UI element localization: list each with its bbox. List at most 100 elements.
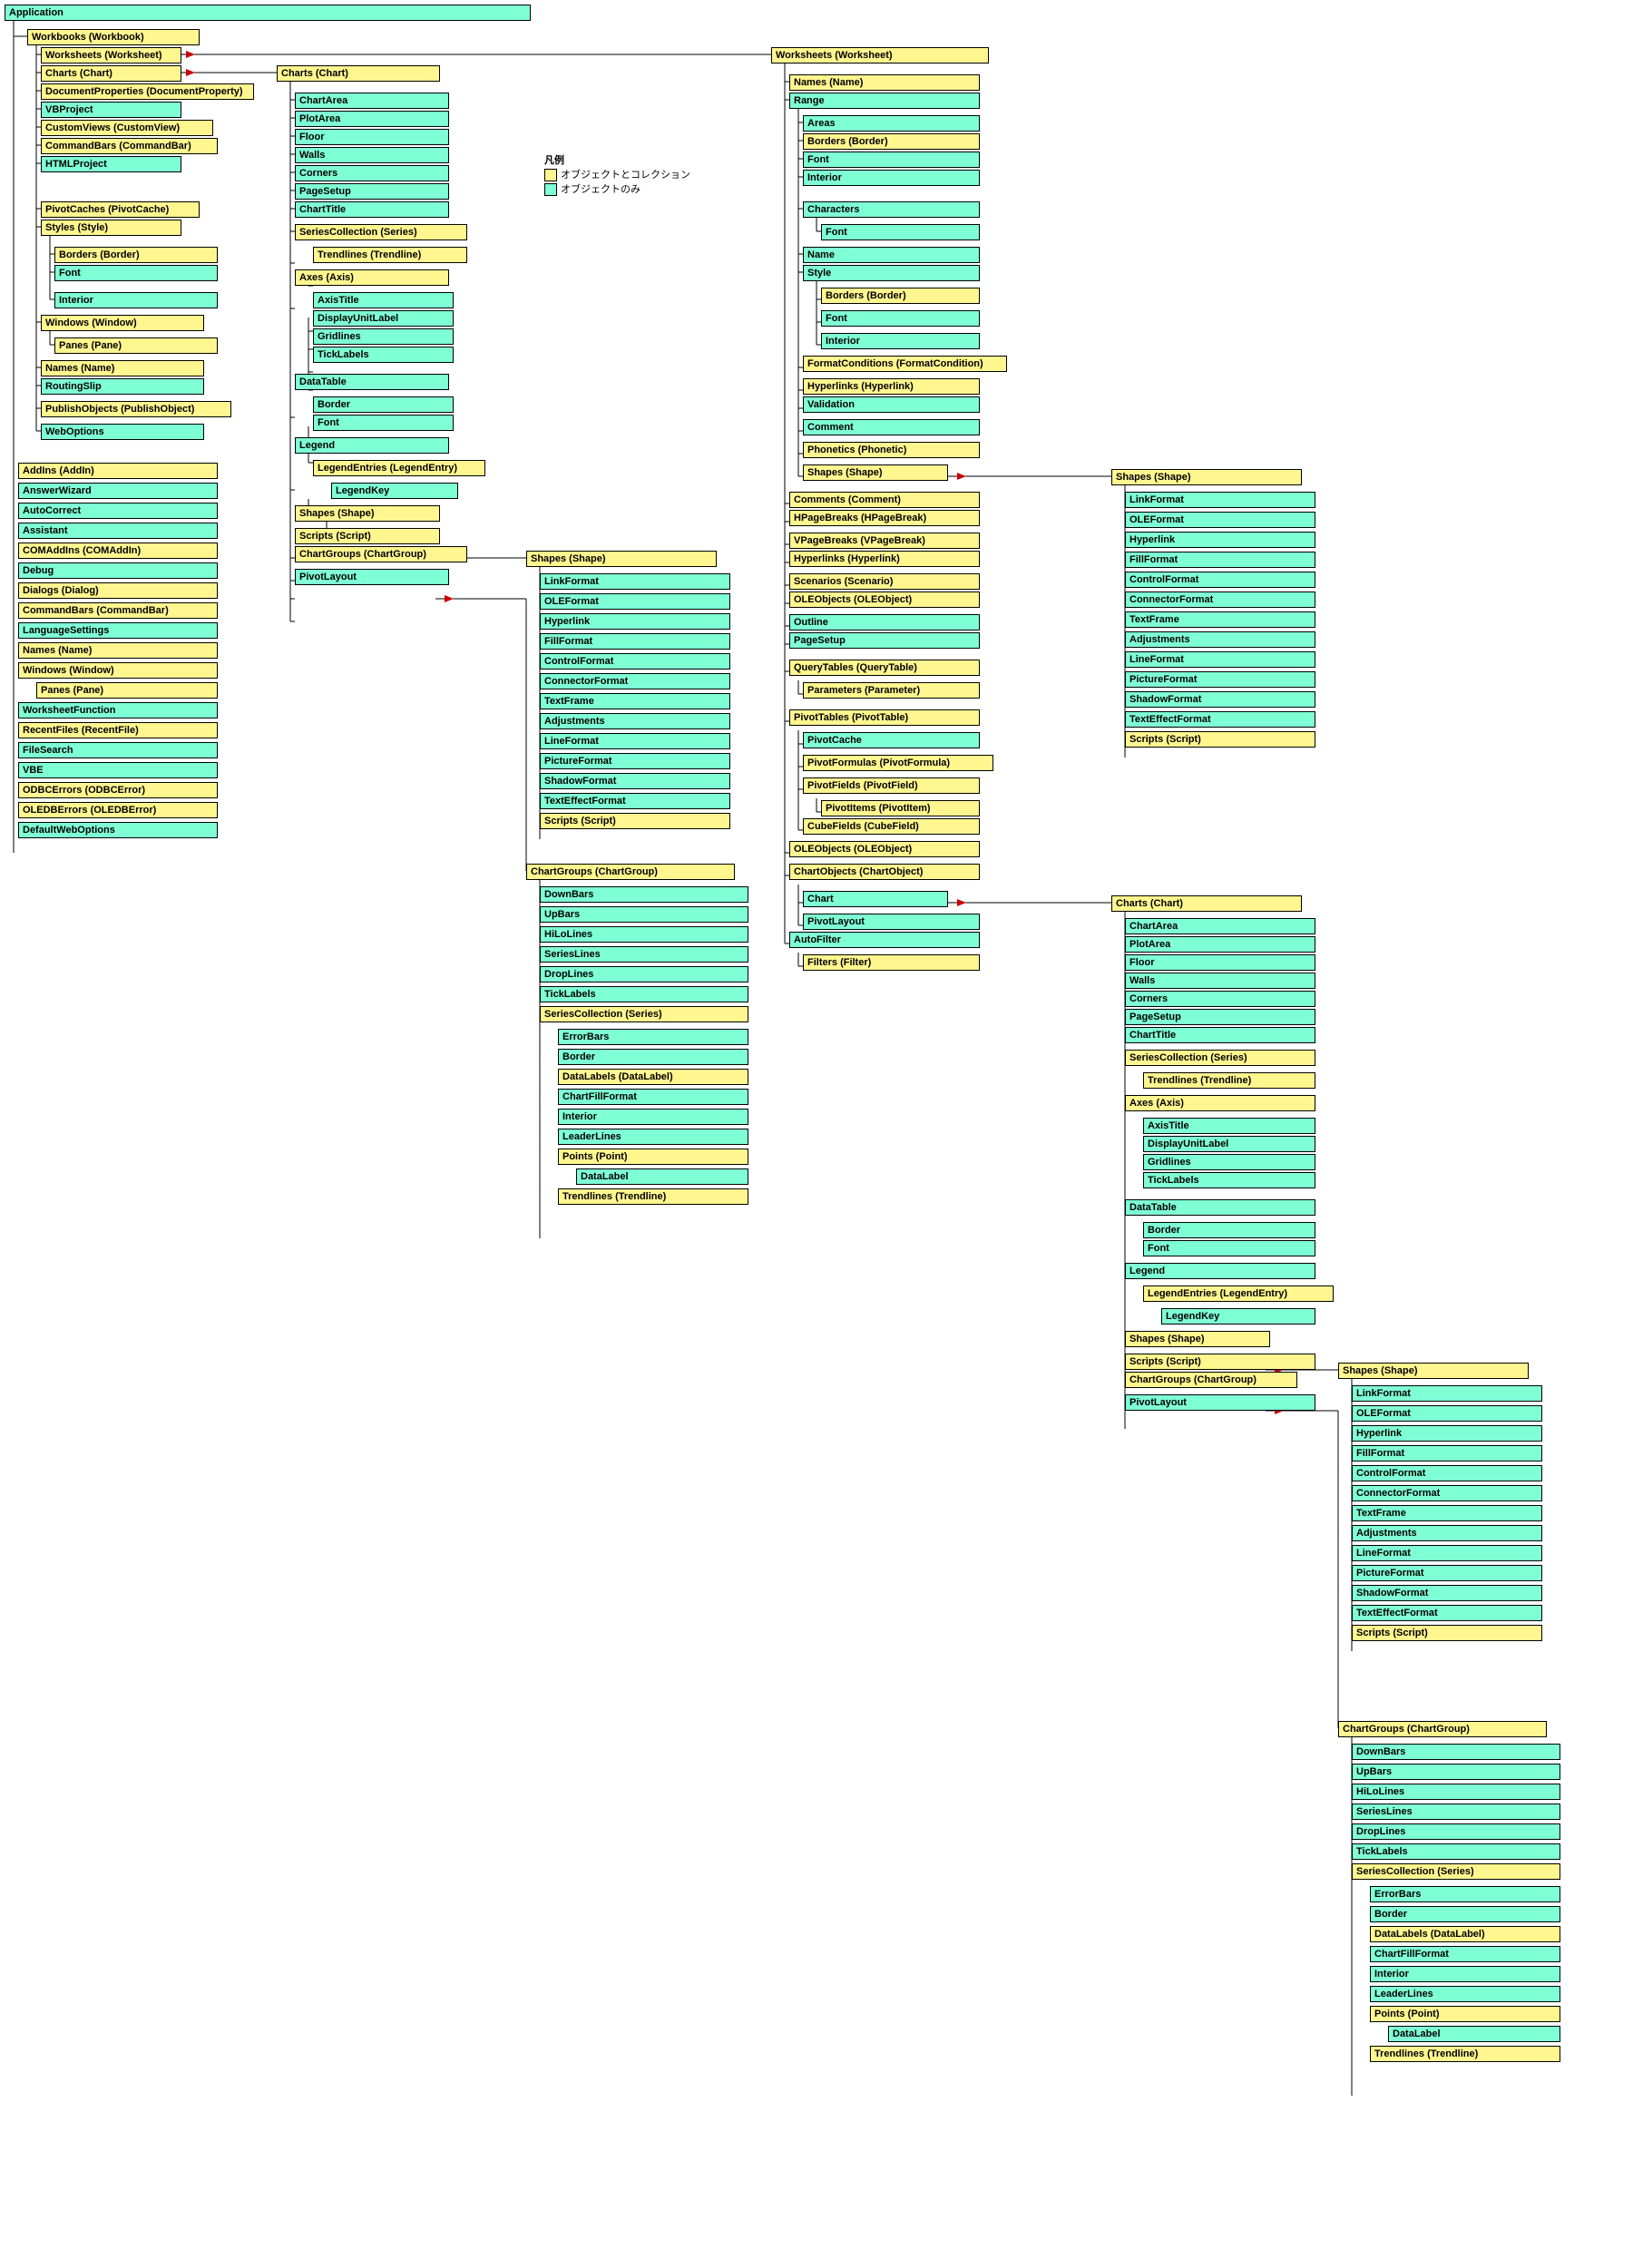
- node-chart-pa: PlotArea: [295, 111, 449, 127]
- node-shape2-hl: Hyperlink: [1125, 532, 1315, 548]
- legend-object: オブジェクトのみ: [561, 184, 640, 195]
- node-ws-af: AutoFilter: [789, 932, 980, 948]
- node-worksheets: Worksheets (Worksheet): [41, 47, 181, 64]
- node-shape2-lnf: LineFormat: [1125, 651, 1315, 668]
- node-cg-in: Interior: [558, 1109, 748, 1125]
- node-borders: Borders (Border): [54, 247, 218, 263]
- node-chart2-lk: LegendKey: [1161, 1308, 1315, 1325]
- node-ws-oo: OLEObjects (OLEObject): [789, 591, 980, 608]
- node-ws-sc: Scenarios (Scenario): [789, 573, 980, 590]
- node-app-ca: COMAddIns (COMAddIn): [18, 543, 218, 559]
- node-cg2-ll: LeaderLines: [1370, 1986, 1560, 2002]
- node-chart-lg: Legend: [295, 437, 449, 454]
- node-charts-root: Charts (Chart): [277, 65, 440, 82]
- node-app-dwo: DefaultWebOptions: [18, 822, 218, 838]
- node-ws-nm: Names (Name): [789, 74, 980, 91]
- node-cg-tr: Trendlines (Trendline): [558, 1188, 748, 1205]
- node-windows: Windows (Window): [41, 315, 204, 331]
- node-cg-ll: LeaderLines: [558, 1129, 748, 1145]
- node-chart2-fl: Floor: [1125, 954, 1315, 971]
- node-chart2-sc: SeriesCollection (Series): [1125, 1050, 1315, 1066]
- node-chart-le: LegendEntries (LegendEntry): [313, 460, 485, 476]
- node-font: Font: [54, 265, 218, 281]
- node-cg-ub: UpBars: [540, 906, 748, 923]
- node-shape-adj: Adjustments: [540, 713, 730, 729]
- node-shapes3-root: Shapes (Shape): [1338, 1363, 1529, 1379]
- node-chart2-root: Charts (Chart): [1111, 895, 1302, 912]
- legend-collection: オブジェクトとコレクション: [561, 170, 690, 181]
- node-shape3-pf: PictureFormat: [1352, 1565, 1542, 1581]
- node-shape3-of: OLEFormat: [1352, 1405, 1542, 1422]
- node-cg-bd: Border: [558, 1049, 748, 1065]
- node-vbproject: VBProject: [41, 102, 181, 118]
- node-cg-db: DownBars: [540, 886, 748, 903]
- node-shape3-adj: Adjustments: [1352, 1525, 1542, 1541]
- node-chart2-fn: Font: [1143, 1240, 1315, 1256]
- node-workbooks: Workbooks (Workbook): [27, 29, 200, 45]
- node-app-ai: AddIns (AddIn): [18, 463, 218, 479]
- node-chart-ca: ChartArea: [295, 93, 449, 109]
- node-chart-lk: LegendKey: [331, 483, 458, 499]
- node-shape3-sf: ShadowFormat: [1352, 1585, 1542, 1601]
- node-ws-ol: Outline: [789, 614, 980, 631]
- node-application: Application: [5, 5, 531, 21]
- node-shape-pf: PictureFormat: [540, 753, 730, 769]
- node-chart-fn: Font: [313, 415, 454, 431]
- node-shape3-lnf: LineFormat: [1352, 1545, 1542, 1561]
- node-shape2-ff: FillFormat: [1125, 552, 1315, 568]
- node-cg2-dl: DropLines: [1352, 1823, 1560, 1840]
- node-chart2-at: AxisTitle: [1143, 1118, 1315, 1134]
- node-shape-lf: LinkFormat: [540, 573, 730, 590]
- node-chart2-tl: Trendlines (Trendline): [1143, 1072, 1315, 1089]
- node-shape2-of: OLEFormat: [1125, 512, 1315, 528]
- node-chart2-scr: Scripts (Script): [1125, 1354, 1315, 1370]
- node-chart-tkl: TickLabels: [313, 347, 454, 363]
- node-ws-vl: Validation: [803, 396, 980, 413]
- node-pivotcaches: PivotCaches (PivotCache): [41, 201, 200, 218]
- node-names: Names (Name): [41, 360, 204, 376]
- legend-title: 凡例: [544, 152, 690, 167]
- node-ws-co: ChartObjects (ChartObject): [789, 864, 980, 880]
- node-ws-fc: FormatConditions (FormatCondition): [803, 356, 1007, 372]
- node-chart-fl: Floor: [295, 129, 449, 145]
- node-htmlproject: HTMLProject: [41, 156, 181, 172]
- node-cg-sl: SeriesLines: [540, 946, 748, 963]
- node-chart-at: AxisTitle: [313, 292, 454, 308]
- node-chart2-pa: PlotArea: [1125, 936, 1315, 953]
- node-ws-cm: Comment: [803, 419, 980, 435]
- node-app-oe: ODBCErrors (ODBCError): [18, 782, 218, 798]
- node-app-cb: CommandBars (CommandBar): [18, 602, 218, 619]
- node-chart-sh: Shapes (Shape): [295, 505, 440, 522]
- node-chart-bd: Border: [313, 396, 454, 413]
- node-chart2-sh: Shapes (Shape): [1125, 1331, 1270, 1347]
- node-app-wf: WorksheetFunction: [18, 702, 218, 719]
- node-shape-lnf: LineFormat: [540, 733, 730, 749]
- node-shape-hl: Hyperlink: [540, 613, 730, 630]
- node-chart-dul: DisplayUnitLabel: [313, 310, 454, 327]
- node-ws-bd: Borders (Border): [803, 133, 980, 150]
- node-interior: Interior: [54, 292, 218, 308]
- node-ws-hpb: HPageBreaks (HPageBreak): [789, 510, 980, 526]
- node-chart-gl: Gridlines: [313, 328, 454, 345]
- node-app-db: Debug: [18, 562, 218, 579]
- node-chart2-wl: Walls: [1125, 973, 1315, 989]
- node-cg2-pt: Points (Point): [1370, 2006, 1560, 2022]
- node-styles: Styles (Style): [41, 220, 181, 236]
- node-chart2-ct: ChartTitle: [1125, 1027, 1315, 1043]
- node-chart-wl: Walls: [295, 147, 449, 163]
- node-shape-ff: FillFormat: [540, 633, 730, 650]
- node-cg2-dla: DataLabel: [1388, 2026, 1560, 2042]
- node-cg2-bd: Border: [1370, 1906, 1560, 1922]
- node-chart2-ca: ChartArea: [1125, 918, 1315, 934]
- node-shapes2-root: Shapes (Shape): [1111, 469, 1302, 485]
- node-shape2-tef: TextEffectFormat: [1125, 711, 1315, 728]
- node-ws-ft: Filters (Filter): [803, 954, 980, 971]
- node-chart-pl: PivotLayout: [295, 569, 449, 585]
- node-ws-cmt: Comments (Comment): [789, 492, 980, 508]
- node-ws-pfd: PivotFields (PivotField): [803, 777, 980, 794]
- node-chart-dt: DataTable: [295, 374, 449, 390]
- node-publishobjects: PublishObjects (PublishObject): [41, 401, 231, 417]
- node-routingslip: RoutingSlip: [41, 378, 204, 395]
- node-ws-nm2: Name: [803, 247, 980, 263]
- node-app-wn: Windows (Window): [18, 662, 218, 679]
